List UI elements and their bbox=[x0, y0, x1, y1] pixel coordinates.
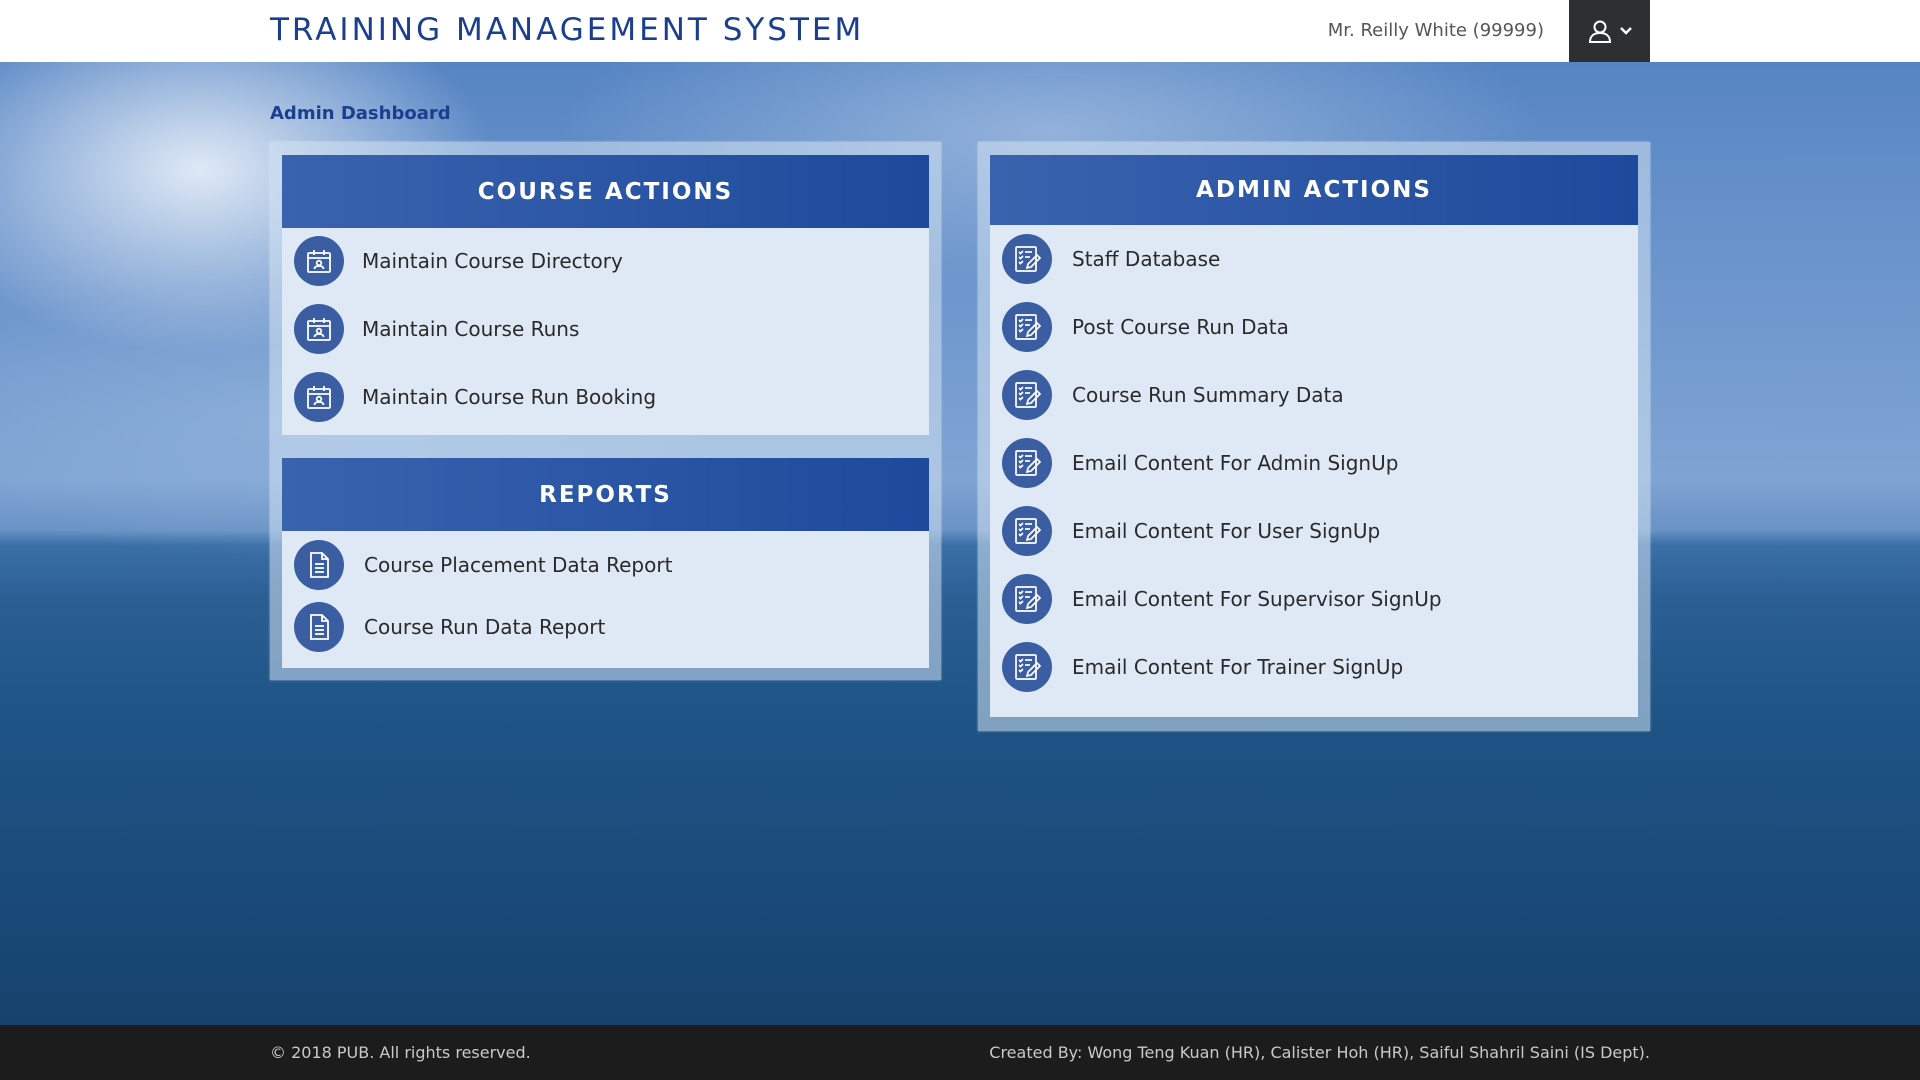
admin-actions-header: ADMIN ACTIONS bbox=[990, 155, 1638, 225]
calendar-person-icon bbox=[294, 236, 344, 286]
checklist-edit-icon bbox=[1002, 370, 1052, 420]
footer: © 2018 PUB. All rights reserved. Created… bbox=[0, 1025, 1920, 1080]
admin-action-item[interactable]: Post Course Run Data bbox=[1002, 302, 1289, 352]
checklist-edit-icon bbox=[1002, 506, 1052, 556]
item-label: Course Run Summary Data bbox=[1072, 383, 1344, 407]
admin-action-item[interactable]: Email Content For Trainer SignUp bbox=[1002, 642, 1403, 692]
course-action-item[interactable]: Maintain Course Runs bbox=[294, 304, 579, 354]
reports-header: REPORTS bbox=[282, 458, 929, 531]
document-icon bbox=[294, 540, 344, 590]
calendar-person-icon bbox=[294, 372, 344, 422]
reports-panel: Course Placement Data Report Course Run … bbox=[282, 531, 929, 668]
app-title: TRAINING MANAGEMENT SYSTEM bbox=[270, 12, 865, 48]
left-column: COURSE ACTIONS Maintain Course Directory bbox=[270, 142, 941, 680]
course-actions-header: COURSE ACTIONS bbox=[282, 155, 929, 228]
checklist-edit-icon bbox=[1002, 574, 1052, 624]
footer-credits: Created By: Wong Teng Kuan (HR), Caliste… bbox=[989, 1043, 1650, 1062]
admin-action-item[interactable]: Course Run Summary Data bbox=[1002, 370, 1344, 420]
item-label: Staff Database bbox=[1072, 247, 1221, 271]
item-label: Maintain Course Directory bbox=[362, 249, 623, 273]
report-item[interactable]: Course Placement Data Report bbox=[294, 540, 672, 590]
report-item[interactable]: Course Run Data Report bbox=[294, 602, 605, 652]
reports-title: REPORTS bbox=[539, 481, 672, 508]
user-name: Mr. Reilly White (99999) bbox=[1327, 20, 1544, 41]
item-label: Maintain Course Run Booking bbox=[362, 385, 657, 409]
item-label: Email Content For Trainer SignUp bbox=[1072, 655, 1404, 679]
document-icon bbox=[294, 602, 344, 652]
admin-action-item[interactable]: Email Content For User SignUp bbox=[1002, 506, 1380, 556]
item-label: Maintain Course Runs bbox=[362, 317, 580, 341]
course-actions-panel: Maintain Course Directory Maintain Cours… bbox=[282, 228, 929, 435]
calendar-person-icon bbox=[294, 304, 344, 354]
checklist-edit-icon bbox=[1002, 234, 1052, 284]
page-title: Admin Dashboard bbox=[270, 103, 451, 124]
admin-action-item[interactable]: Email Content For Admin SignUp bbox=[1002, 438, 1398, 488]
checklist-edit-icon bbox=[1002, 438, 1052, 488]
user-menu-button[interactable] bbox=[1569, 0, 1650, 62]
admin-actions-title: ADMIN ACTIONS bbox=[1196, 177, 1432, 203]
course-action-item[interactable]: Maintain Course Directory bbox=[294, 236, 623, 286]
right-column: ADMIN ACTIONS Staff Database Post Course… bbox=[978, 142, 1650, 731]
item-label: Email Content For User SignUp bbox=[1072, 519, 1381, 543]
admin-actions-panel: Staff Database Post Course Run Data Cour… bbox=[990, 225, 1638, 717]
footer-copyright: © 2018 PUB. All rights reserved. bbox=[270, 1043, 531, 1062]
user-icon bbox=[1587, 18, 1613, 44]
admin-action-item[interactable]: Staff Database bbox=[1002, 234, 1220, 284]
top-bar: TRAINING MANAGEMENT SYSTEM Mr. Reilly Wh… bbox=[0, 0, 1920, 62]
item-label: Course Placement Data Report bbox=[364, 553, 673, 577]
checklist-edit-icon bbox=[1002, 642, 1052, 692]
course-actions-title: COURSE ACTIONS bbox=[477, 178, 734, 205]
item-label: Post Course Run Data bbox=[1072, 315, 1289, 339]
item-label: Email Content For Admin SignUp bbox=[1072, 451, 1399, 475]
item-label: Email Content For Supervisor SignUp bbox=[1072, 587, 1442, 611]
checklist-edit-icon bbox=[1002, 302, 1052, 352]
item-label: Course Run Data Report bbox=[364, 615, 606, 639]
course-action-item[interactable]: Maintain Course Run Booking bbox=[294, 372, 656, 422]
admin-action-item[interactable]: Email Content For Supervisor SignUp bbox=[1002, 574, 1442, 624]
chevron-down-icon bbox=[1619, 26, 1633, 36]
